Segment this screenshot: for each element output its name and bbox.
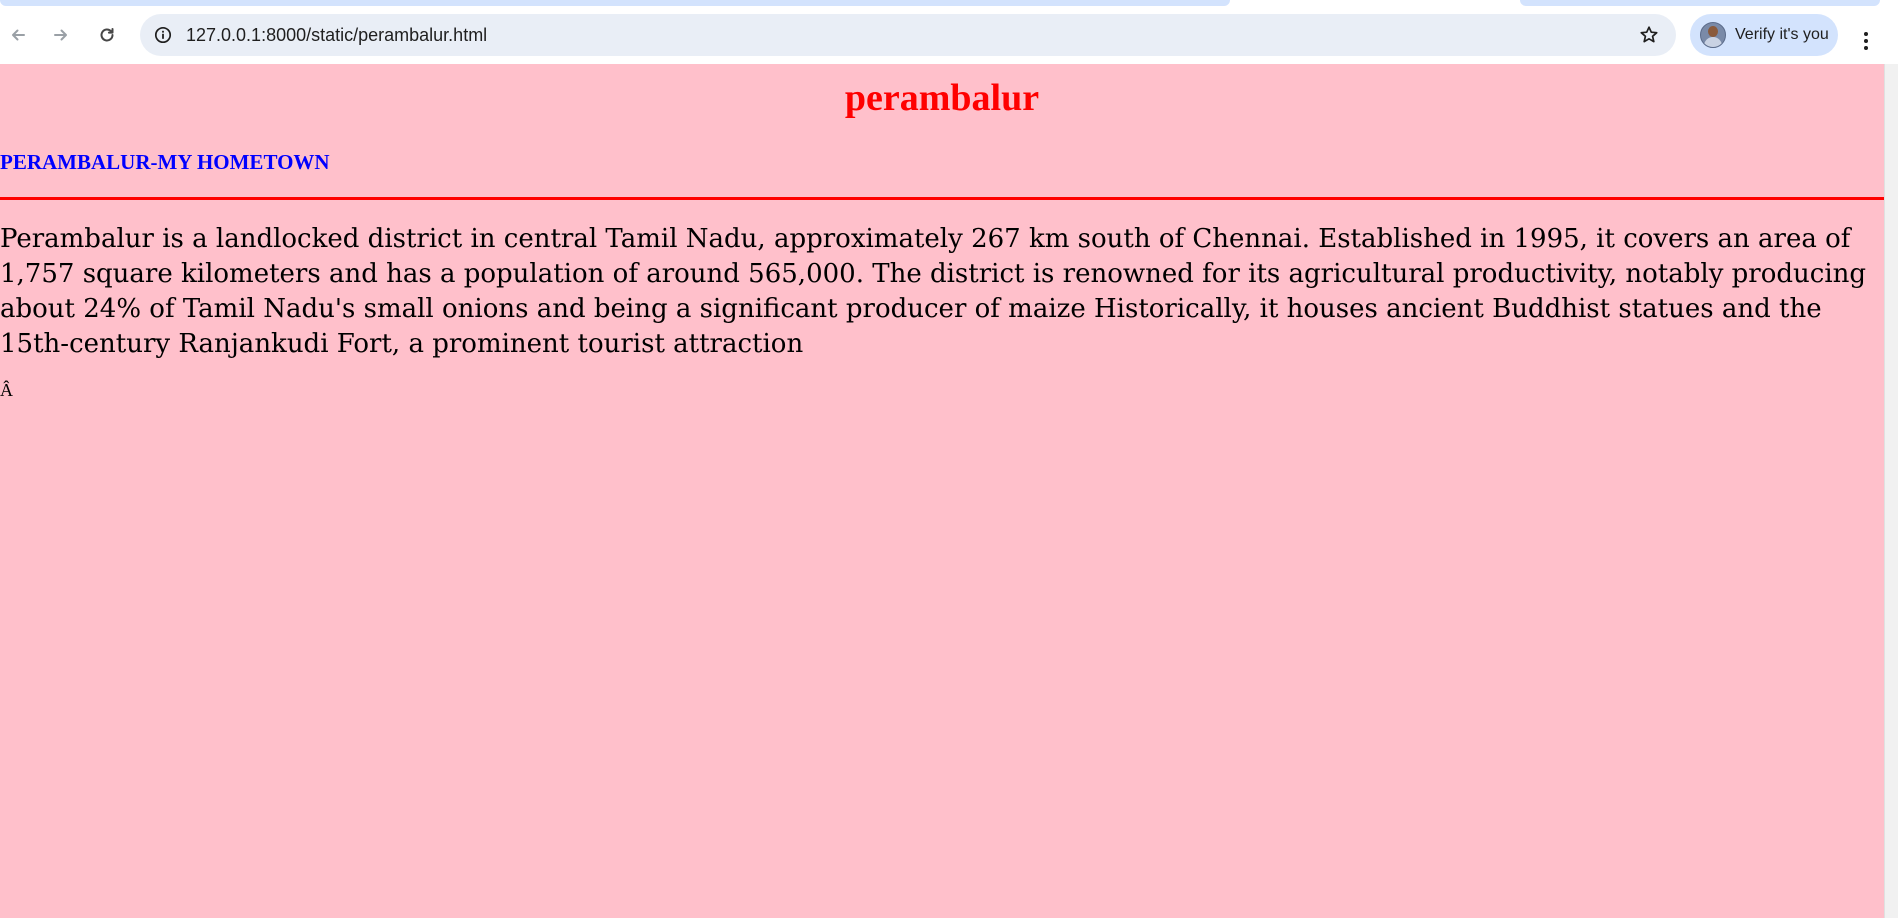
verify-label: Verify it's you	[1735, 26, 1829, 43]
arrow-right-icon	[54, 29, 67, 41]
browser-toolbar: 127.0.0.1:8000/static/perambalur.html Ve…	[0, 6, 1898, 64]
description-paragraph: Perambalur is a landlocked district in c…	[0, 224, 1867, 359]
arrow-left-icon	[12, 29, 25, 41]
stray-text: Â	[0, 380, 13, 400]
bookmark-button[interactable]	[1638, 24, 1660, 46]
avatar	[1700, 22, 1726, 48]
forward-button[interactable]	[45, 19, 77, 51]
address-bar[interactable]: 127.0.0.1:8000/static/perambalur.html	[140, 14, 1676, 56]
star-icon	[1640, 26, 1658, 43]
browser-menu-button[interactable]	[1850, 25, 1882, 57]
url-text[interactable]: 127.0.0.1:8000/static/perambalur.html	[186, 14, 487, 56]
back-button[interactable]	[2, 19, 34, 51]
info-icon	[154, 26, 172, 44]
site-info-button[interactable]	[152, 24, 174, 46]
vertical-scrollbar[interactable]	[1884, 64, 1898, 918]
page-title: perambalur	[844, 77, 1040, 119]
profile-verify-chip[interactable]: Verify it's you	[1690, 14, 1838, 56]
page-subtitle: PERAMBALUR-MY HOMETOWN	[0, 150, 330, 174]
reload-button[interactable]	[91, 19, 123, 51]
reload-icon	[100, 28, 114, 42]
divider-rule	[0, 197, 1884, 200]
page-viewport: perambalur PERAMBALUR-MY HOMETOWN Peramb…	[0, 64, 1884, 918]
kebab-menu-icon	[1864, 32, 1868, 50]
